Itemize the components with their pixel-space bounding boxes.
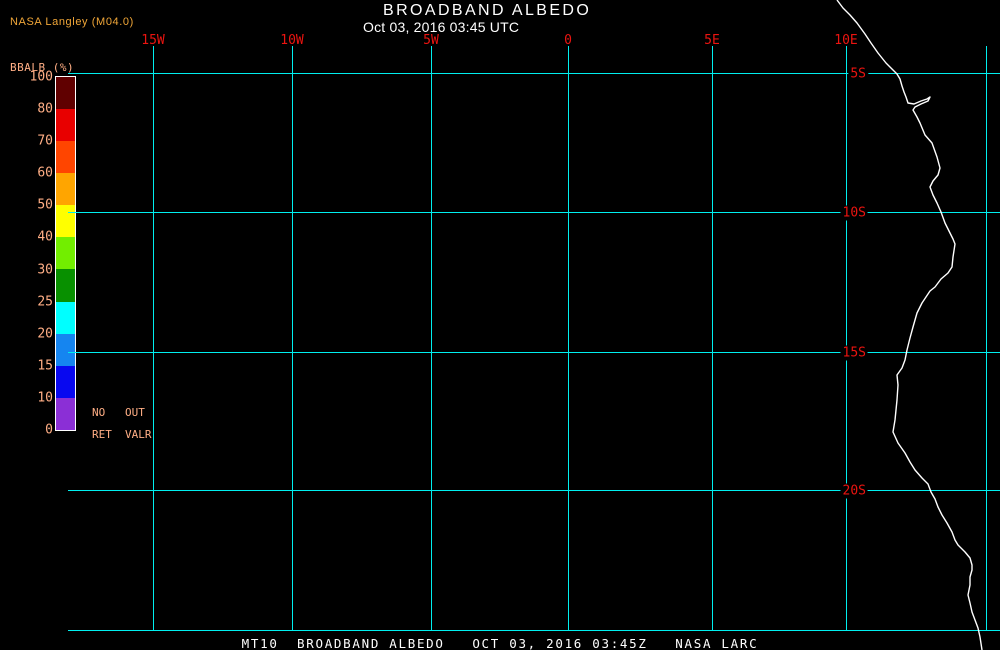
latitude-label: 10S [840, 205, 868, 221]
longitude-label: 5E [704, 33, 720, 48]
albedo-quicklook-window: NASA Langley (M04.0) BROADBAND ALBEDO Oc… [0, 0, 1000, 650]
longitude-label: 10E [834, 33, 858, 48]
latitude-label: 5S [848, 66, 868, 82]
longitude-label: 5W [423, 33, 439, 48]
latitude-label: 15S [840, 345, 868, 361]
latitude-label: 20S [840, 483, 868, 499]
map-canvas [68, 0, 1000, 650]
longitude-label: 15W [141, 33, 165, 48]
longitude-label: 10W [280, 33, 304, 48]
longitude-label: 0 [564, 33, 572, 48]
coastline-africa-west [836, 0, 983, 650]
footer-status-bar: MT10 BROADBAND ALBEDO OCT 03, 2016 03:45… [241, 636, 759, 650]
